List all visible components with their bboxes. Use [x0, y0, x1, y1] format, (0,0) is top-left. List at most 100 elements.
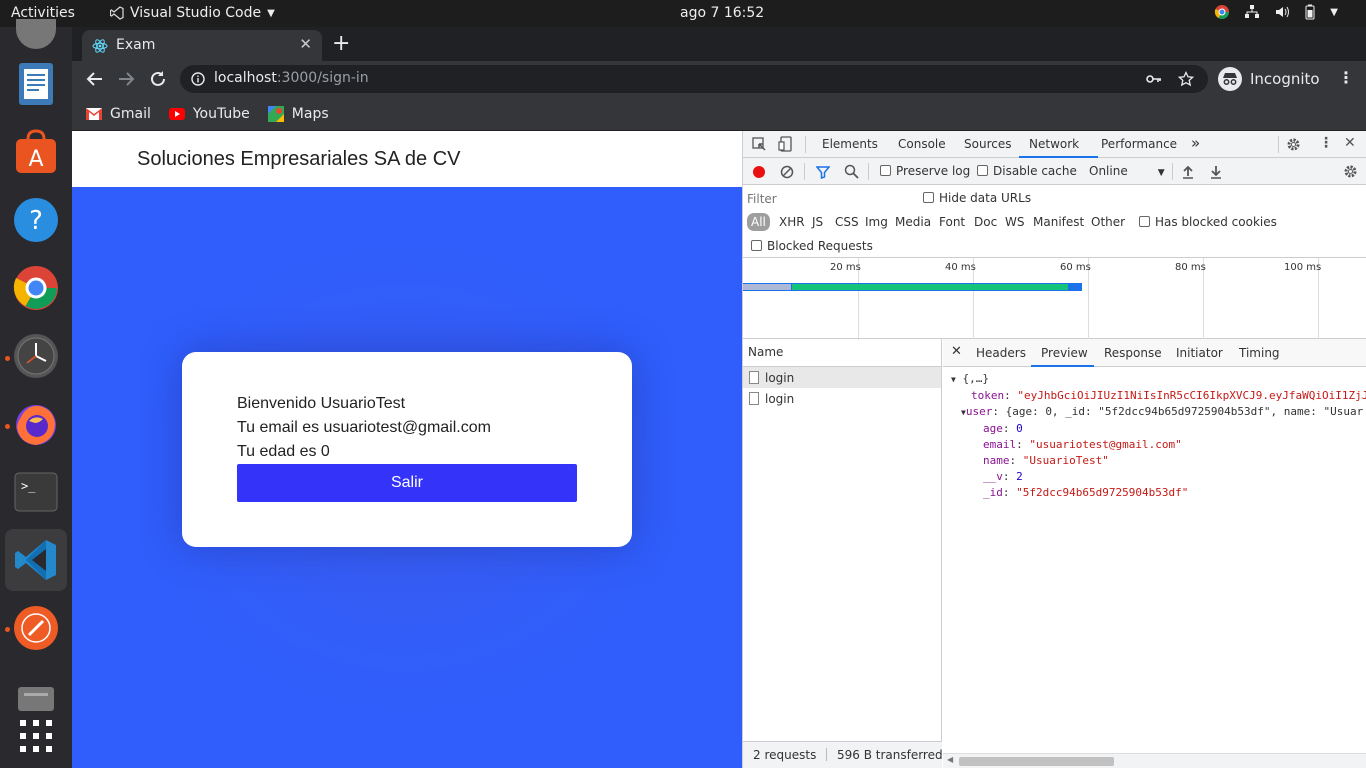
type-filter-img[interactable]: Img	[865, 215, 888, 229]
show-apps-grid-icon[interactable]	[11, 711, 61, 761]
type-filter-all[interactable]: All	[747, 213, 770, 231]
filter-row: Hide data URLs All XHR JS CSS Img Media …	[743, 185, 1366, 257]
tab-headers[interactable]: Headers	[976, 346, 1026, 360]
info-icon[interactable]	[191, 72, 205, 86]
web-page: Soluciones Empresariales SA de CV Bienve…	[72, 131, 742, 768]
json-root-row[interactable]: ▼ {,…}	[951, 371, 1366, 388]
throttling-select[interactable]: Online ▼	[1089, 164, 1165, 178]
import-har-icon[interactable]	[1181, 164, 1195, 179]
logout-button[interactable]: Salir	[237, 464, 577, 502]
json-user-row[interactable]: ▼user: {age: 0, _id: "5f2dcc94b65d972590…	[951, 404, 1366, 421]
tab-console[interactable]: Console	[898, 137, 946, 151]
tab-elements[interactable]: Elements	[822, 137, 878, 151]
back-arrow-icon[interactable]	[86, 70, 104, 88]
timeline-label: 60 ms	[1060, 262, 1091, 273]
preserve-log-checkbox[interactable]: Preserve log	[880, 164, 970, 178]
has-blocked-cookies-checkbox[interactable]: Has blocked cookies	[1139, 215, 1277, 229]
chevron-down-icon: ▼	[1157, 168, 1165, 178]
postman-icon[interactable]	[11, 603, 61, 653]
tab-network[interactable]: Network	[1029, 137, 1079, 151]
json-name-row[interactable]: name: "UsuarioTest"	[951, 453, 1366, 469]
star-icon[interactable]	[1178, 71, 1194, 87]
close-detail-icon[interactable]: ✕	[951, 344, 962, 359]
new-tab-icon[interactable]: +	[332, 31, 350, 56]
bookmark-label: Gmail	[110, 105, 151, 122]
timeline-download-segment	[792, 284, 1068, 290]
kebab-menu-icon[interactable]: ⋮	[1319, 135, 1333, 151]
tab-sources[interactable]: Sources	[964, 137, 1011, 151]
terminal-icon[interactable]: >_	[11, 467, 61, 517]
more-tabs-icon[interactable]: »	[1191, 134, 1200, 152]
filter-icon[interactable]	[816, 165, 830, 179]
inspect-element-icon[interactable]	[752, 137, 767, 152]
more-menu-icon[interactable]: ⋮	[1338, 68, 1354, 87]
device-toolbar-icon[interactable]	[778, 136, 793, 152]
brand-title[interactable]: Soluciones Empresariales SA de CV	[137, 148, 461, 171]
request-row[interactable]: login	[743, 388, 941, 409]
hide-data-urls-checkbox[interactable]: Hide data URLs	[923, 191, 1031, 205]
tab-performance[interactable]: Performance	[1101, 137, 1177, 151]
incognito-badge[interactable]: Incognito	[1218, 65, 1320, 93]
scroll-left-icon[interactable]: ◀	[947, 755, 953, 764]
maps-icon	[267, 105, 284, 122]
record-icon[interactable]	[752, 165, 766, 179]
json-token-row[interactable]: token: "eyJhbGciOiJIUzI1NiIsInR5cCI6IkpX…	[951, 388, 1366, 404]
tab-exam[interactable]: Exam ✕	[82, 30, 322, 61]
dock-partial-app-icon[interactable]	[11, 9, 61, 59]
json-age-row[interactable]: age: 0	[951, 421, 1366, 437]
request-row[interactable]: login	[743, 367, 941, 388]
network-summary-bar: 2 requests 596 B transferred	[743, 741, 943, 768]
bookmark-gmail[interactable]: Gmail	[86, 106, 151, 122]
json-id-row[interactable]: _id: "5f2dcc94b65d9725904b53df"	[951, 485, 1366, 501]
settings-gear-icon[interactable]	[1286, 137, 1301, 152]
software-center-icon[interactable]: A	[11, 127, 61, 177]
close-devtools-icon[interactable]: ✕	[1344, 135, 1356, 151]
disable-cache-checkbox[interactable]: Disable cache	[977, 164, 1077, 178]
key-icon[interactable]	[1146, 73, 1162, 85]
tab-response[interactable]: Response	[1104, 346, 1162, 360]
forward-arrow-icon[interactable]	[117, 70, 135, 88]
reload-icon[interactable]	[149, 70, 167, 88]
filter-input[interactable]	[747, 189, 909, 208]
app-menu[interactable]: Visual Studio Code ▼	[110, 5, 275, 21]
json-email-row[interactable]: email: "usuariotest@gmail.com"	[951, 437, 1366, 453]
export-har-icon[interactable]	[1209, 164, 1223, 179]
browser-tabstrip: Exam ✕ +	[72, 27, 1366, 61]
search-icon[interactable]	[844, 164, 859, 179]
close-tab-icon[interactable]: ✕	[299, 35, 312, 53]
clock[interactable]: ago 7 16:52	[680, 5, 764, 21]
checkbox-box	[880, 165, 891, 176]
firefox-icon[interactable]	[11, 399, 61, 449]
clear-icon[interactable]	[780, 165, 794, 179]
devtools-tabbar: Elements Console Sources Network Perform…	[743, 131, 1366, 158]
type-filter-css[interactable]: CSS	[835, 215, 859, 229]
blocked-requests-checkbox[interactable]: Blocked Requests	[751, 239, 873, 253]
json-v-row[interactable]: __v: 2	[951, 469, 1366, 485]
bookmark-youtube[interactable]: YouTube	[168, 106, 250, 122]
network-settings-gear-icon[interactable]	[1343, 164, 1358, 179]
tab-timing[interactable]: Timing	[1239, 346, 1280, 360]
network-timeline[interactable]: 20 ms 40 ms 60 ms 80 ms 100 ms	[743, 257, 1366, 340]
bookmark-maps[interactable]: Maps	[267, 105, 329, 122]
type-filter-media[interactable]: Media	[895, 215, 931, 229]
clock-app-icon[interactable]	[11, 331, 61, 381]
scrollbar-thumb[interactable]	[959, 757, 1114, 766]
type-filter-font[interactable]: Font	[939, 215, 965, 229]
tab-initiator[interactable]: Initiator	[1176, 346, 1223, 360]
horizontal-scrollbar[interactable]: ◀	[943, 753, 1366, 768]
type-filter-doc[interactable]: Doc	[974, 215, 997, 229]
type-filter-ws[interactable]: WS	[1005, 215, 1024, 229]
text-editor-icon[interactable]	[11, 59, 61, 109]
tab-preview[interactable]: Preview	[1041, 346, 1088, 360]
help-icon[interactable]: ?	[11, 195, 61, 245]
name-column-header[interactable]: Name	[743, 339, 942, 367]
gmail-icon	[86, 107, 102, 120]
system-tray[interactable]: ▼	[1214, 4, 1338, 20]
chrome-icon[interactable]	[11, 263, 61, 313]
vscode-dock-icon[interactable]	[5, 529, 67, 591]
type-filter-manifest[interactable]: Manifest	[1033, 215, 1084, 229]
address-bar[interactable]: localhost:3000/sign-in	[180, 65, 1208, 93]
type-filter-other[interactable]: Other	[1091, 215, 1125, 229]
type-filter-xhr[interactable]: XHR	[779, 215, 805, 229]
type-filter-js[interactable]: JS	[812, 215, 823, 229]
